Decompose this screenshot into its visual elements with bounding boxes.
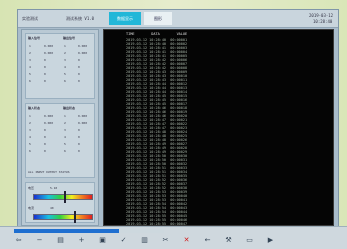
scissors-icon[interactable]: ✂ <box>161 236 170 245</box>
voltage-value: 5.10 <box>50 186 58 190</box>
output-status-title: 输出状态 <box>63 106 76 110</box>
voltage-gauge-needle <box>64 191 67 203</box>
voltage-gauge-bar <box>33 194 93 200</box>
top-cell: 4 <box>64 65 66 69</box>
top-cell: 6 <box>64 79 66 83</box>
mid-cell: 0 <box>78 128 80 132</box>
top-cell: 0.000 <box>44 51 54 55</box>
mid-cell: 1 <box>64 114 66 118</box>
current-gauge-needle <box>73 211 76 223</box>
top-cell: 0.000 <box>78 51 88 55</box>
mid-cell: 0.000 <box>78 121 88 125</box>
wrench-icon[interactable]: ⚒ <box>224 236 233 245</box>
progress-fill <box>14 229 119 233</box>
mid-cell: 0 <box>78 142 80 146</box>
time-display: 10:28:40 <box>313 19 333 24</box>
console-header: TIME DATA VALUE <box>126 32 188 36</box>
close-icon[interactable]: ✕ <box>182 236 191 245</box>
back-icon[interactable]: ⇦ <box>14 236 23 245</box>
top-cell: 0 <box>44 79 46 83</box>
mid-cell: 0 <box>78 135 80 139</box>
chart-icon[interactable]: ▥ <box>140 236 149 245</box>
status-footer: ALL INPUT OUTPUT STATUS <box>28 170 70 174</box>
current-value: 40 <box>50 206 54 210</box>
mid-cell: 4 <box>29 135 31 139</box>
gauge-panel: 电压 5.10 电流 40 <box>25 182 95 223</box>
console-output[interactable]: TIME DATA VALUE 2019-03-12 10:28:40 00:0… <box>103 29 334 226</box>
mid-cell: 2 <box>29 121 31 125</box>
current-label: 电流 <box>28 206 35 210</box>
mid-cell: 5 <box>29 142 31 146</box>
progress-track <box>14 229 164 233</box>
status-bar: ⇦ − ▤ + ▣ ✓ ▥ ✂ ✕ ← ⚒ ▭ ▶ <box>0 226 347 249</box>
title-bar: 实验测试 测试系统 V1.0 数据显示 图形 2019-03-12 10:28:… <box>18 10 338 28</box>
mid-cell: 3 <box>64 128 66 132</box>
tab-data-display[interactable]: 数据显示 <box>109 12 141 25</box>
input-status-title: 输入状态 <box>28 106 41 110</box>
mid-cell: 0.000 <box>78 114 88 118</box>
left-panel: 输入信号 输出信号 1 0.000 1 0.000 2 0.000 2 0.000 3 0 3 0 4 0… <box>21 29 99 226</box>
mid-cell: 5 <box>64 142 66 146</box>
current-gauge-bar <box>33 214 93 220</box>
app-subtitle: 测试系统 V1.0 <box>66 16 95 21</box>
top-cell: 0 <box>44 65 46 69</box>
mid-cell: 4 <box>64 135 66 139</box>
top-cell: 0 <box>78 65 80 69</box>
mid-cell: 1 <box>29 114 31 118</box>
check-icon[interactable]: ✓ <box>119 236 128 245</box>
mid-cell: 0 <box>44 128 46 132</box>
top-cell: 1 <box>29 44 31 48</box>
app-window: 实验测试 测试系统 V1.0 数据显示 图形 2019-03-12 10:28:… <box>17 9 339 234</box>
top-cell: 0 <box>44 72 46 76</box>
app-title: 实验测试 <box>22 16 38 21</box>
mid-cell: 6 <box>29 149 31 153</box>
input-signal-title: 输入信号 <box>28 36 41 40</box>
mid-cell: 6 <box>64 149 66 153</box>
top-cell: 4 <box>29 65 31 69</box>
top-cell: 2 <box>64 51 66 55</box>
top-cell: 3 <box>29 58 31 62</box>
top-cell: 0 <box>78 72 80 76</box>
arrow-left-icon[interactable]: ← <box>203 236 212 245</box>
top-cell: 0 <box>78 79 80 83</box>
top-cell: 0 <box>44 58 46 62</box>
mid-cell: 3 <box>29 128 31 132</box>
folder-icon[interactable]: ▤ <box>56 236 65 245</box>
top-cell: 0 <box>78 58 80 62</box>
mid-cell: 0.000 <box>44 121 54 125</box>
monitor-icon[interactable]: ▭ <box>245 236 254 245</box>
top-cell: 0.000 <box>44 44 54 48</box>
mid-cell: 0.000 <box>44 114 54 118</box>
mid-cell: 0 <box>44 135 46 139</box>
output-signal-title: 输出信号 <box>63 36 76 40</box>
signal-panel: 输入信号 输出信号 1 0.000 1 0.000 2 0.000 2 0.000 3 0 3 0 4 0… <box>25 33 95 99</box>
tab-graph[interactable]: 图形 <box>144 12 172 25</box>
mid-cell: 2 <box>64 121 66 125</box>
mid-cell: 0 <box>44 142 46 146</box>
top-cell: 5 <box>29 72 31 76</box>
save-icon[interactable]: ▣ <box>98 236 107 245</box>
top-cell: 1 <box>64 44 66 48</box>
top-cell: 0.000 <box>78 44 88 48</box>
top-cell: 6 <box>29 79 31 83</box>
plus-icon[interactable]: + <box>77 236 86 245</box>
top-cell: 3 <box>64 58 66 62</box>
mid-cell: 0 <box>78 149 80 153</box>
play-icon[interactable]: ▶ <box>266 236 275 245</box>
date-display: 2019-03-12 <box>309 13 334 18</box>
top-cell: 2 <box>29 51 31 55</box>
minus-icon[interactable]: − <box>35 236 44 245</box>
voltage-label: 电压 <box>28 186 35 190</box>
mid-cell: 0 <box>44 149 46 153</box>
status-panel: 输入状态 输出状态 1 0.000 1 0.000 2 0.000 2 0.000 3 0 3 0 4 0… <box>25 103 95 178</box>
top-cell: 5 <box>64 72 66 76</box>
